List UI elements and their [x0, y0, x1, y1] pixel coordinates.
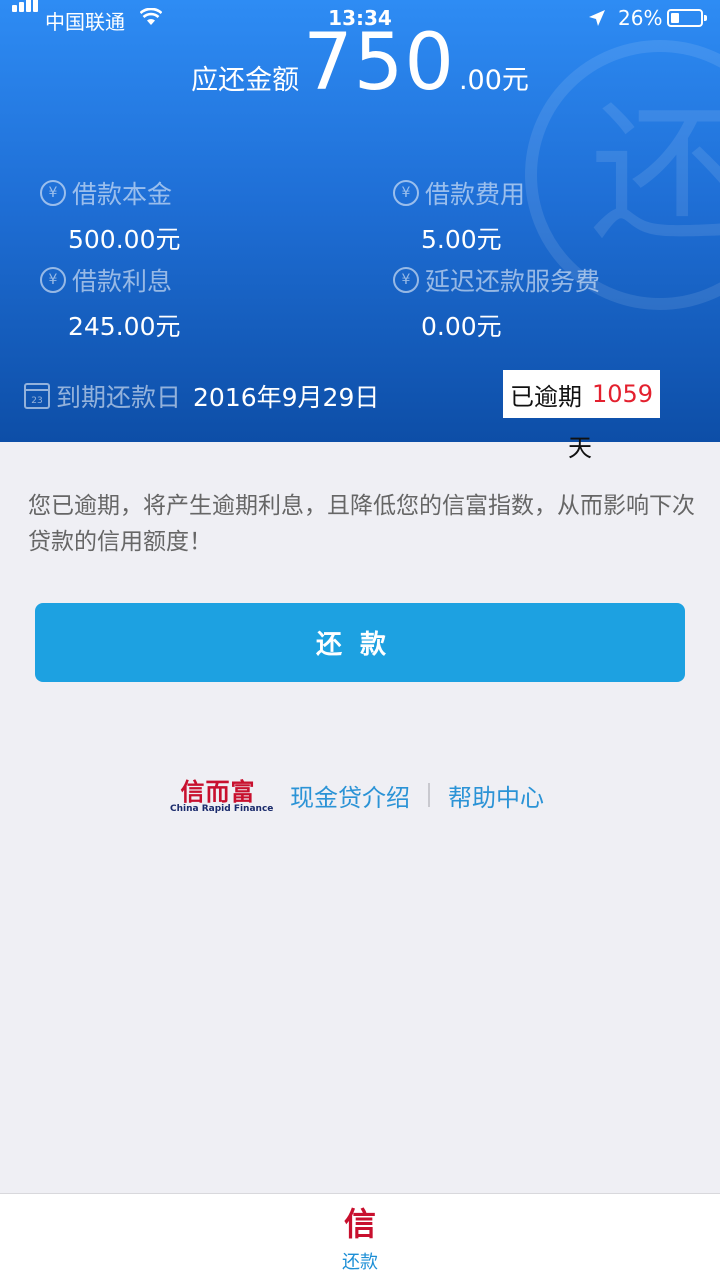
overdue-badge: 已逾期 1059 — [503, 370, 660, 418]
late-fee-label: 延迟还款服务费 — [425, 267, 601, 296]
principal-item: ¥ 借款本金 500.00元 — [40, 175, 180, 256]
interest-label: 借款利息 — [72, 267, 173, 296]
yen-icon: ¥ — [393, 267, 419, 293]
brand-logo: 信而富 China Rapid Finance — [170, 778, 274, 814]
xin-logo-icon: 信 — [343, 1205, 376, 1243]
interest-item: ¥ 借款利息 245.00元 — [40, 262, 180, 343]
due-date-label: 到期还款日 — [56, 383, 182, 412]
repay-button[interactable]: 还款 — [35, 603, 685, 682]
yen-icon: ¥ — [393, 180, 419, 206]
cash-loan-intro-link[interactable]: 现金贷介绍 — [290, 778, 410, 813]
interest-value: 245.00元 — [68, 312, 181, 341]
due-date-value: 2016年9月29日 — [193, 383, 380, 412]
amount-decimal: .00元 — [458, 65, 529, 96]
watermark-char: 还 — [590, 88, 720, 262]
footer-links: 信而富 China Rapid Finance 现金贷介绍 帮助中心 — [170, 770, 544, 820]
principal-label: 借款本金 — [72, 180, 173, 209]
overdue-prefix: 已逾期 — [509, 382, 582, 411]
fee-item: ¥ 借款费用 5.00元 — [393, 175, 525, 256]
tab-repay[interactable]: 信 还款 — [320, 1204, 400, 1274]
tab-bar: 信 还款 — [0, 1193, 720, 1281]
late-fee-value: 0.00元 — [421, 312, 502, 341]
amount-label: 应还金额 — [191, 65, 300, 96]
overdue-days: 1059 — [591, 380, 654, 408]
overdue-unit: 天 — [568, 434, 592, 462]
yen-icon: ¥ — [40, 180, 66, 206]
principal-value: 500.00元 — [68, 225, 181, 254]
yen-icon: ¥ — [40, 267, 66, 293]
due-date-row: 23 到期还款日 2016年9月29日 — [24, 378, 379, 414]
tab-repay-label: 还款 — [342, 1252, 378, 1273]
link-separator — [428, 783, 430, 807]
fee-label: 借款费用 — [425, 180, 526, 209]
calendar-icon: 23 — [24, 383, 50, 409]
late-fee-item: ¥ 延迟还款服务费 0.00元 — [393, 262, 600, 343]
overdue-notice: 您已逾期，将产生逾期利息，且降低您的信富指数，从而影响下次贷款的信用额度！ — [28, 493, 695, 555]
help-center-link[interactable]: 帮助中心 — [448, 778, 544, 813]
amount-due: 应还金额750.00元 — [0, 18, 720, 108]
amount-integer: 750 — [303, 18, 455, 108]
fee-value: 5.00元 — [421, 225, 502, 254]
